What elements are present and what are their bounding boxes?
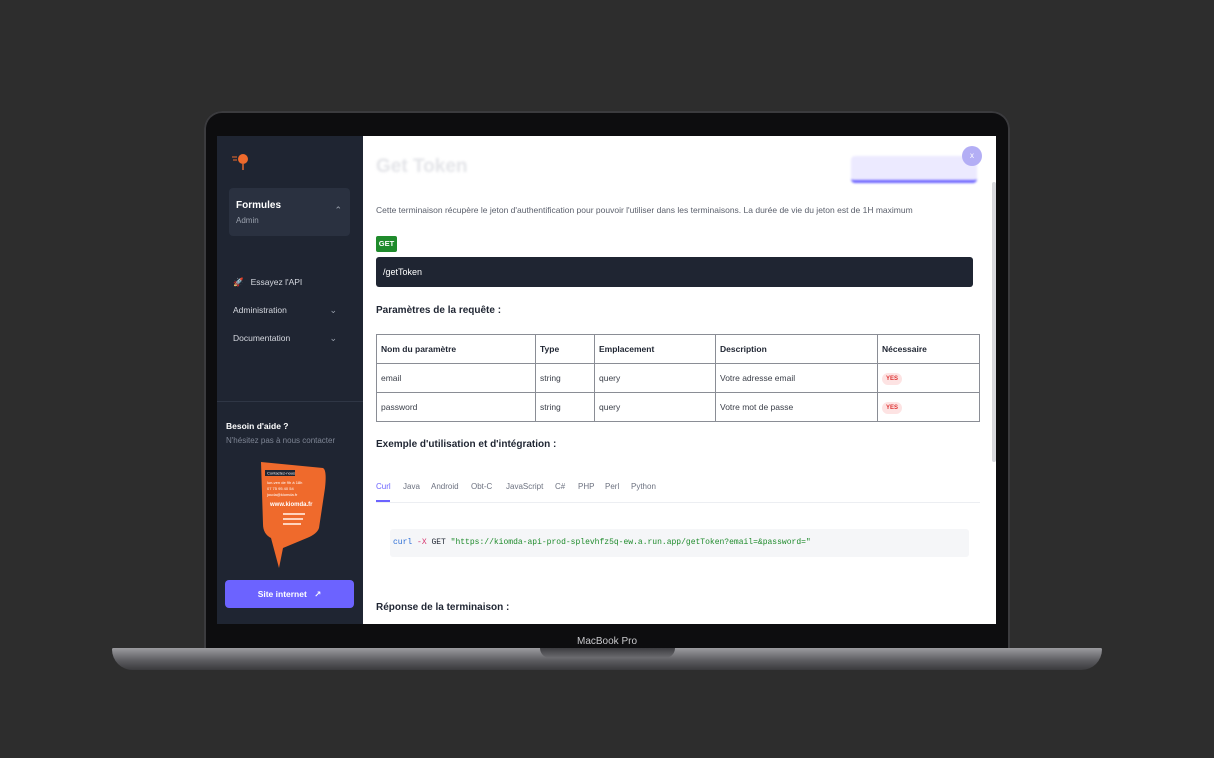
required-badge: YES: [882, 372, 903, 385]
code-block[interactable]: curl -X GET "https://kiomda-api-prod-spl…: [390, 529, 969, 557]
svg-text:Contactez-nous: Contactez-nous: [267, 471, 295, 476]
laptop-notch: [540, 648, 675, 658]
formules-title: Formules: [236, 200, 282, 211]
tab-java[interactable]: Java: [403, 482, 420, 491]
endpoint-description: Cette terminaison récupère le jeton d'au…: [376, 205, 913, 215]
tab-python[interactable]: Python: [631, 482, 656, 491]
column-header: Description: [715, 334, 878, 364]
param-location: query: [594, 363, 716, 393]
site-button-label: Site internet: [257, 589, 307, 599]
params-table: Nom du paramètre Type Emplacement Descri…: [376, 334, 980, 422]
formules-selector[interactable]: Formules Admin ⌃: [229, 188, 350, 236]
svg-text:lun-ven de 9h à 18h: lun-ven de 9h à 18h: [267, 480, 302, 485]
active-tab-indicator: [376, 500, 390, 502]
tab-objc[interactable]: Obt-C: [471, 482, 492, 491]
tab-php[interactable]: PHP: [578, 482, 594, 491]
param-location: query: [594, 392, 716, 422]
column-header: Nécessaire: [877, 334, 980, 364]
rocket-icon: 🚀: [233, 277, 244, 287]
site-internet-button[interactable]: Site internet ↗: [225, 580, 354, 608]
params-heading: Paramètres de la requête :: [376, 305, 502, 316]
table-row: email string query Votre adresse email Y…: [376, 363, 980, 393]
param-type: string: [535, 363, 595, 393]
required-badge: YES: [882, 401, 903, 414]
external-link-icon: ↗: [314, 589, 322, 599]
sidebar: Formules Admin ⌃ 🚀 Essayez l'API Administ…: [217, 136, 363, 624]
sidebar-item-label: Documentation: [233, 333, 291, 343]
method-badge: GET: [376, 236, 397, 252]
help-title: Besoin d'aide ?: [226, 421, 289, 431]
code-language-tabs: Curl Java Android Obt-C JavaScript C# PH…: [376, 478, 980, 503]
svg-text:www.kiomda.fr: www.kiomda.fr: [269, 502, 313, 508]
sidebar-item-administration[interactable]: Administration: [233, 305, 287, 315]
param-name: email: [376, 363, 536, 393]
tab-perl[interactable]: Perl: [605, 482, 619, 491]
formules-subtitle: Admin: [236, 216, 259, 225]
selector-chevron-icon: ⌃: [334, 205, 342, 215]
param-name: password: [376, 392, 536, 422]
param-required-cell: YES: [877, 363, 980, 393]
tab-javascript[interactable]: JavaScript: [506, 482, 543, 491]
sidebar-item-label: Essayez l'API: [250, 277, 303, 287]
page-title: Get Token: [376, 156, 468, 177]
response-heading: Réponse de la terminaison :: [376, 602, 510, 613]
main-panel: Get Token x Cette terminaison récupère l…: [363, 136, 996, 624]
column-header: Type: [535, 334, 595, 364]
contact-promo-image: Contactez-nous lun-ven de 9h à 18h 07 75…: [261, 462, 326, 568]
logo-icon: [232, 154, 248, 170]
chevron-down-icon[interactable]: ⌄: [329, 333, 337, 344]
device-label: MacBook Pro: [576, 636, 638, 647]
screen: Formules Admin ⌃ 🚀 Essayez l'API Administ…: [217, 136, 996, 624]
tab-csharp[interactable]: C#: [555, 482, 565, 491]
svg-text:jouda@kiomda.fr: jouda@kiomda.fr: [266, 492, 298, 497]
code-url: "https://kiomda-api-prod-splevhfz5q-ew.a…: [450, 538, 811, 547]
help-subtitle: N'hésitez pas à nous contacter: [226, 436, 336, 445]
sidebar-item-try-api[interactable]: 🚀 Essayez l'API: [233, 277, 302, 288]
scrollbar[interactable]: [992, 182, 996, 462]
param-description: Votre mot de passe: [715, 392, 878, 422]
column-header: Emplacement: [594, 334, 716, 364]
endpoint-path: /getToken: [376, 257, 973, 287]
code-flag: -X: [417, 538, 427, 547]
tab-android[interactable]: Android: [431, 482, 459, 491]
sidebar-item-documentation[interactable]: Documentation: [233, 333, 290, 343]
column-header: Nom du paramètre: [376, 334, 536, 364]
top-action-button[interactable]: [851, 156, 977, 183]
param-required-cell: YES: [877, 392, 980, 422]
param-type: string: [535, 392, 595, 422]
table-header-row: Nom du paramètre Type Emplacement Descri…: [376, 334, 980, 364]
example-heading: Exemple d'utilisation et d'intégration :: [376, 439, 557, 450]
sidebar-item-label: Administration: [233, 305, 287, 315]
code-command: curl: [393, 538, 413, 547]
tab-curl[interactable]: Curl: [376, 482, 391, 491]
svg-text:07 75 95 40 54: 07 75 95 40 54: [267, 486, 294, 491]
code-method: GET: [431, 538, 446, 547]
close-button[interactable]: x: [962, 146, 982, 166]
param-description: Votre adresse email: [715, 363, 878, 393]
sidebar-divider: [217, 401, 363, 402]
table-row: password string query Votre mot de passe…: [376, 392, 980, 422]
chevron-down-icon[interactable]: ⌄: [329, 305, 337, 316]
